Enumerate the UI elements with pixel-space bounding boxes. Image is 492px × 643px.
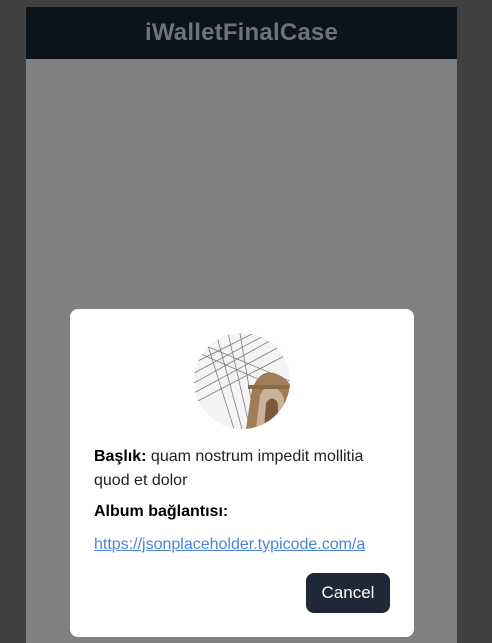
album-thumbnail-image <box>194 333 290 429</box>
app-title: iWalletFinalCase <box>144 19 339 46</box>
album-detail-modal: Başlık: quam nostrum impedit mollitia qu… <box>70 309 414 637</box>
bridge-photo-icon <box>194 333 290 429</box>
app-header: iWalletFinalCase <box>26 7 457 59</box>
title-label: Başlık: <box>94 448 147 465</box>
cancel-button[interactable]: Cancel <box>306 573 390 613</box>
album-link[interactable]: https://jsonplaceholder.typicode.com/a <box>94 536 394 554</box>
album-link-label: Album bağlantısı: <box>94 503 229 520</box>
album-title-field: Başlık: quam nostrum impedit mollitia qu… <box>94 445 394 493</box>
